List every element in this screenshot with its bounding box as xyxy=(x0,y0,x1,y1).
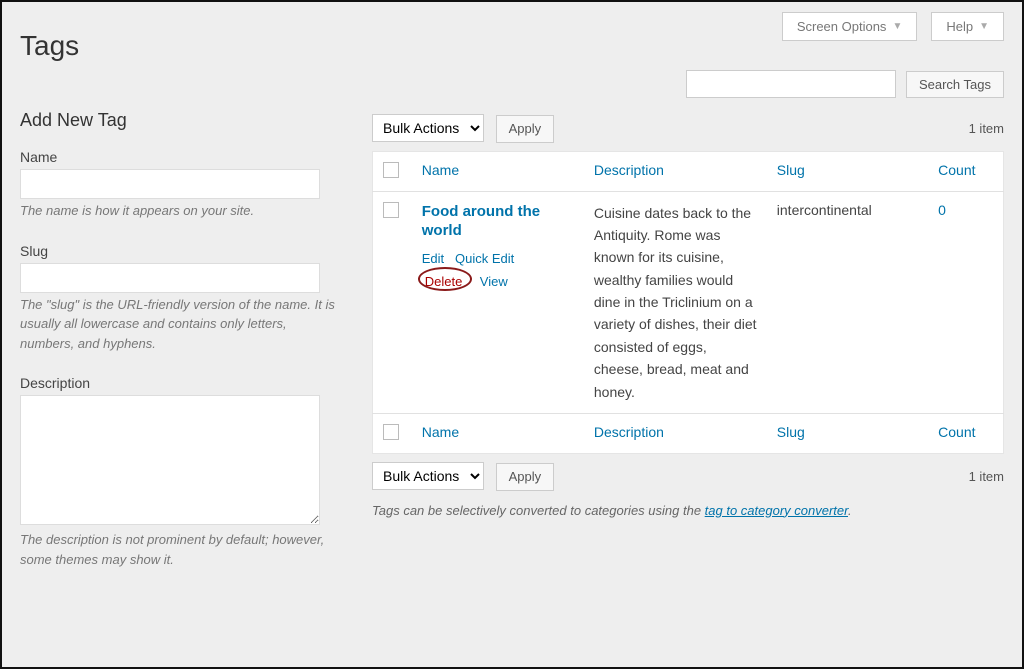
row-description: Cuisine dates back to the Antiquity. Rom… xyxy=(594,202,757,404)
row-checkbox[interactable] xyxy=(383,202,399,218)
column-name-footer[interactable]: Name xyxy=(412,414,584,454)
slug-input[interactable] xyxy=(20,263,320,293)
bulk-actions-select-bottom[interactable]: Bulk Actions xyxy=(372,462,484,490)
select-all-top-checkbox[interactable] xyxy=(383,162,399,178)
name-hint: The name is how it appears on your site. xyxy=(20,201,340,221)
chevron-down-icon: ▼ xyxy=(892,21,902,32)
delete-link[interactable]: Delete xyxy=(422,273,466,290)
column-count-header[interactable]: Count xyxy=(928,151,1003,191)
row-count-link[interactable]: 0 xyxy=(938,202,946,218)
search-tags-button[interactable]: Search Tags xyxy=(906,71,1004,98)
bulk-actions-select-top[interactable]: Bulk Actions xyxy=(372,114,484,142)
tag-to-category-converter-link[interactable]: tag to category converter xyxy=(705,503,848,518)
help-label: Help xyxy=(946,19,973,34)
chevron-down-icon: ▼ xyxy=(979,21,989,32)
column-description-header[interactable]: Description xyxy=(584,151,767,191)
column-name-header[interactable]: Name xyxy=(412,151,584,191)
column-slug-footer[interactable]: Slug xyxy=(767,414,928,454)
quick-edit-link[interactable]: Quick Edit xyxy=(455,251,514,266)
slug-hint: The "slug" is the URL-friendly version o… xyxy=(20,295,340,354)
row-slug: intercontinental xyxy=(777,202,872,218)
column-description-footer[interactable]: Description xyxy=(584,414,767,454)
name-label: Name xyxy=(20,149,350,165)
item-count-top: 1 item xyxy=(969,121,1004,136)
description-label: Description xyxy=(20,375,350,391)
description-textarea[interactable] xyxy=(20,395,320,525)
column-slug-header[interactable]: Slug xyxy=(767,151,928,191)
apply-button-bottom[interactable]: Apply xyxy=(496,463,555,491)
help-button[interactable]: Help ▼ xyxy=(931,12,1004,41)
table-row: Food around the world Edit Quick Edit De… xyxy=(373,191,1004,414)
name-input[interactable] xyxy=(20,169,320,199)
description-hint: The description is not prominent by defa… xyxy=(20,530,340,569)
screen-options-label: Screen Options xyxy=(797,19,887,34)
slug-label: Slug xyxy=(20,243,350,259)
row-title-link[interactable]: Food around the world xyxy=(422,202,574,241)
column-count-footer[interactable]: Count xyxy=(928,414,1003,454)
apply-button-top[interactable]: Apply xyxy=(496,115,555,143)
search-input[interactable] xyxy=(686,70,896,98)
edit-link[interactable]: Edit xyxy=(422,251,444,266)
select-all-bottom-checkbox[interactable] xyxy=(383,424,399,440)
item-count-bottom: 1 item xyxy=(969,469,1004,484)
view-link[interactable]: View xyxy=(480,274,508,289)
footer-note: Tags can be selectively converted to cat… xyxy=(372,503,1004,518)
add-new-tag-heading: Add New Tag xyxy=(20,110,350,131)
screen-options-button[interactable]: Screen Options ▼ xyxy=(782,12,918,41)
